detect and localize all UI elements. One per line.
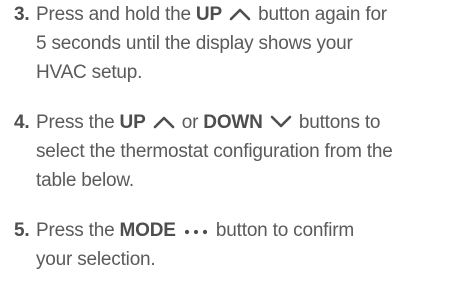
step-4: 4. Press the UP or DOWN buttons to selec… [14, 108, 464, 195]
step-number: 5. [14, 220, 30, 241]
step-text: Press the [36, 112, 120, 133]
key-label-up: UP [195, 4, 222, 25]
key-label-down: DOWN [203, 112, 263, 133]
step-line: HVAC setup. [36, 62, 143, 83]
step-line: your selection. [36, 249, 156, 270]
step-line: table below. [36, 170, 134, 191]
chevron-up-icon [153, 115, 175, 129]
step-text: Press and hold the [36, 4, 196, 25]
step-line: 5 seconds until the display shows your [36, 33, 353, 54]
step-line: Press and hold the UP button again for [36, 0, 464, 29]
key-label-up: UP [119, 112, 146, 133]
step-line: Press the UP or DOWN buttons to [36, 108, 464, 137]
step-number: 3. [14, 4, 30, 25]
chevron-up-icon [229, 7, 251, 21]
step-3: 3. Press and hold the UP button again fo… [14, 0, 464, 87]
chevron-down-icon [270, 115, 292, 129]
step-text: button again for [253, 4, 387, 25]
step-line: select the thermostat configuration from… [36, 141, 393, 162]
step-text: button to confirm [210, 220, 355, 241]
ellipsis-icon [183, 227, 209, 237]
step-5: 5. Press the MODE button to confirm your… [14, 216, 464, 274]
step-text: or [176, 112, 204, 133]
step-text: buttons to [293, 112, 381, 133]
key-label-mode: MODE [119, 220, 176, 241]
step-text: Press the [36, 220, 120, 241]
instruction-steps: 3. Press and hold the UP button again fo… [14, 0, 464, 274]
step-line: Press the MODE button to confirm [36, 216, 464, 245]
step-number: 4. [14, 112, 30, 133]
